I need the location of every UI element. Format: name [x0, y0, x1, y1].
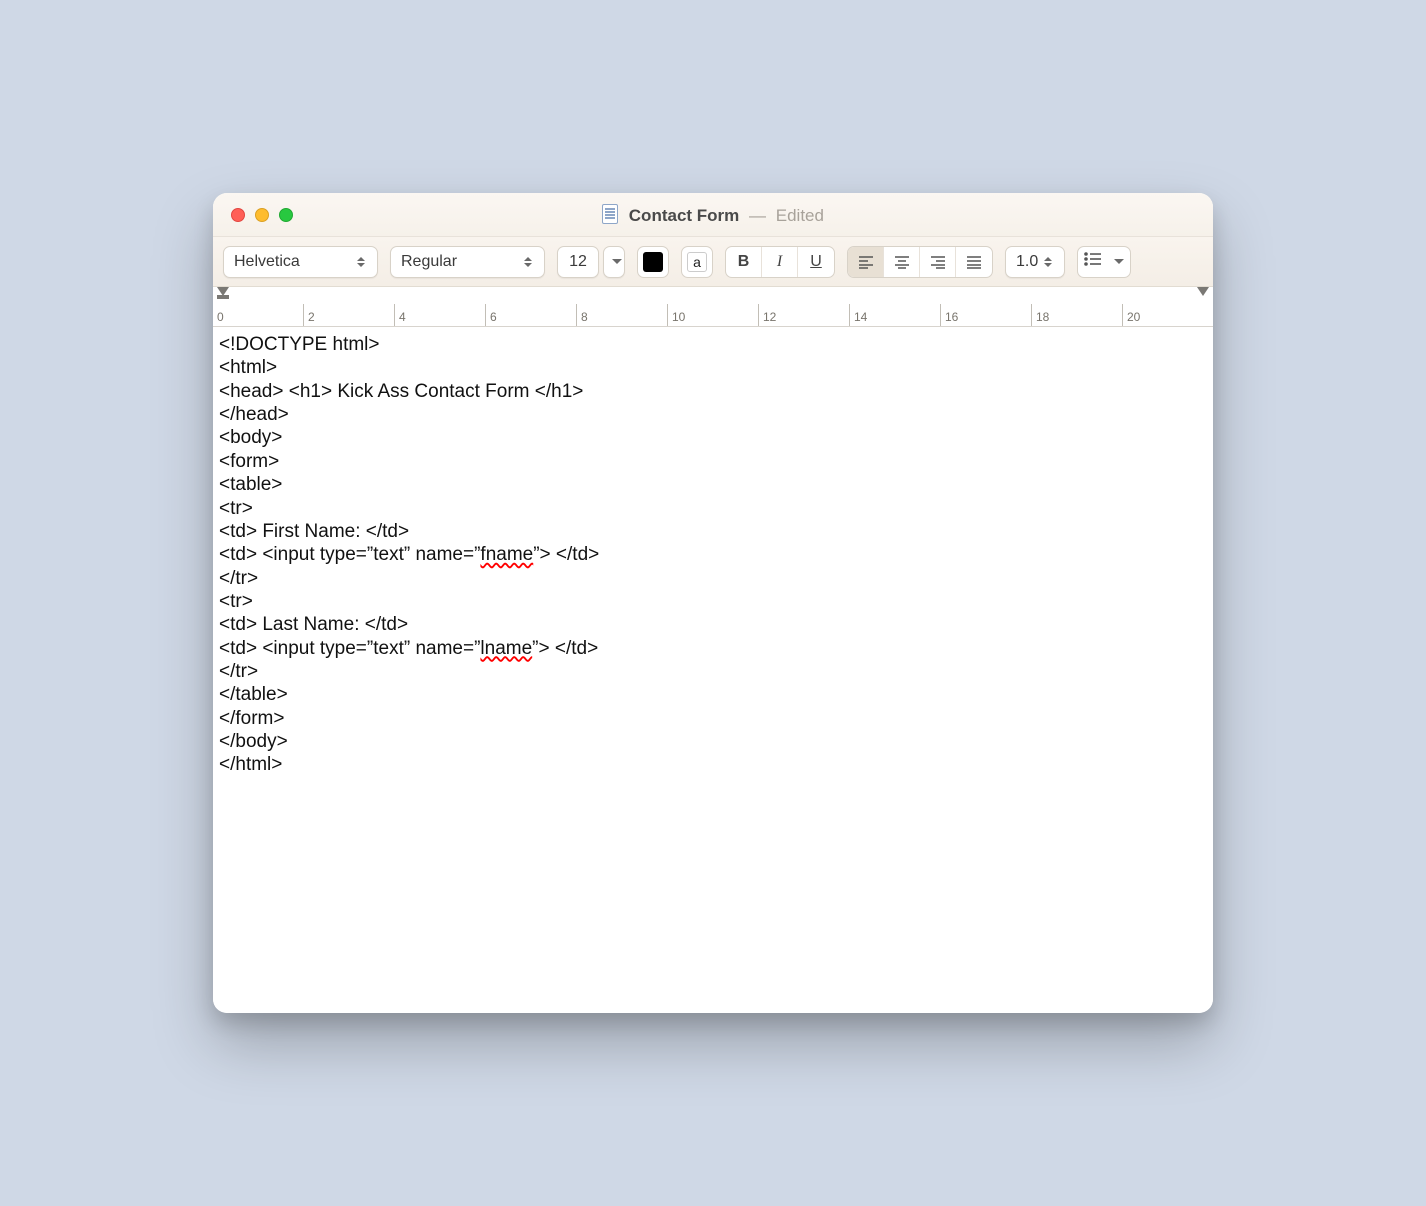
window-controls: [213, 208, 293, 222]
bold-button[interactable]: B: [726, 247, 762, 277]
document-name: Contact Form: [629, 206, 740, 225]
minimize-button[interactable]: [255, 208, 269, 222]
stepper-icon: [1042, 257, 1054, 267]
document-icon: [602, 204, 618, 224]
text-color-button[interactable]: [637, 246, 669, 278]
text-editor-area[interactable]: <!DOCTYPE html><html><head> <h1> Kick As…: [213, 327, 1213, 1013]
font-size-group: 12: [557, 246, 625, 278]
align-right-button[interactable]: [920, 247, 956, 277]
document-text[interactable]: <!DOCTYPE html><html><head> <h1> Kick As…: [219, 333, 1207, 777]
font-size-stepper[interactable]: [603, 246, 625, 278]
titlebar[interactable]: Contact Form — Edited: [213, 193, 1213, 237]
list-style-button[interactable]: [1077, 246, 1131, 278]
line-spacing-select[interactable]: 1.0: [1005, 246, 1065, 278]
font-style-select[interactable]: Regular: [390, 246, 545, 278]
align-button-group: [847, 246, 993, 278]
highlight-color-button[interactable]: a: [681, 246, 713, 278]
ruler-scale: 02468101214161820: [213, 304, 1213, 326]
close-button[interactable]: [231, 208, 245, 222]
font-size-input[interactable]: 12: [557, 246, 599, 278]
align-justify-button[interactable]: [956, 247, 992, 277]
stepper-icon: [522, 257, 534, 267]
style-button-group: B I U: [725, 246, 835, 278]
format-toolbar: Helvetica Regular 12 a: [213, 237, 1213, 287]
font-family-select[interactable]: Helvetica: [223, 246, 378, 278]
window-title: Contact Form — Edited: [213, 204, 1213, 226]
list-icon: [1084, 252, 1102, 271]
zoom-button[interactable]: [279, 208, 293, 222]
chevron-down-icon: [612, 259, 622, 264]
italic-button[interactable]: I: [762, 247, 798, 277]
stepper-icon: [355, 257, 367, 267]
align-center-button[interactable]: [884, 247, 920, 277]
ruler[interactable]: 02468101214161820: [213, 287, 1213, 327]
left-margin-marker[interactable]: [217, 287, 229, 299]
textedit-window: Contact Form — Edited Helvetica Regular …: [213, 193, 1213, 1013]
chevron-down-icon: [1114, 259, 1124, 264]
right-margin-marker[interactable]: [1197, 287, 1209, 296]
document-status: Edited: [776, 206, 824, 225]
underline-button[interactable]: U: [798, 247, 834, 277]
align-left-button[interactable]: [848, 247, 884, 277]
